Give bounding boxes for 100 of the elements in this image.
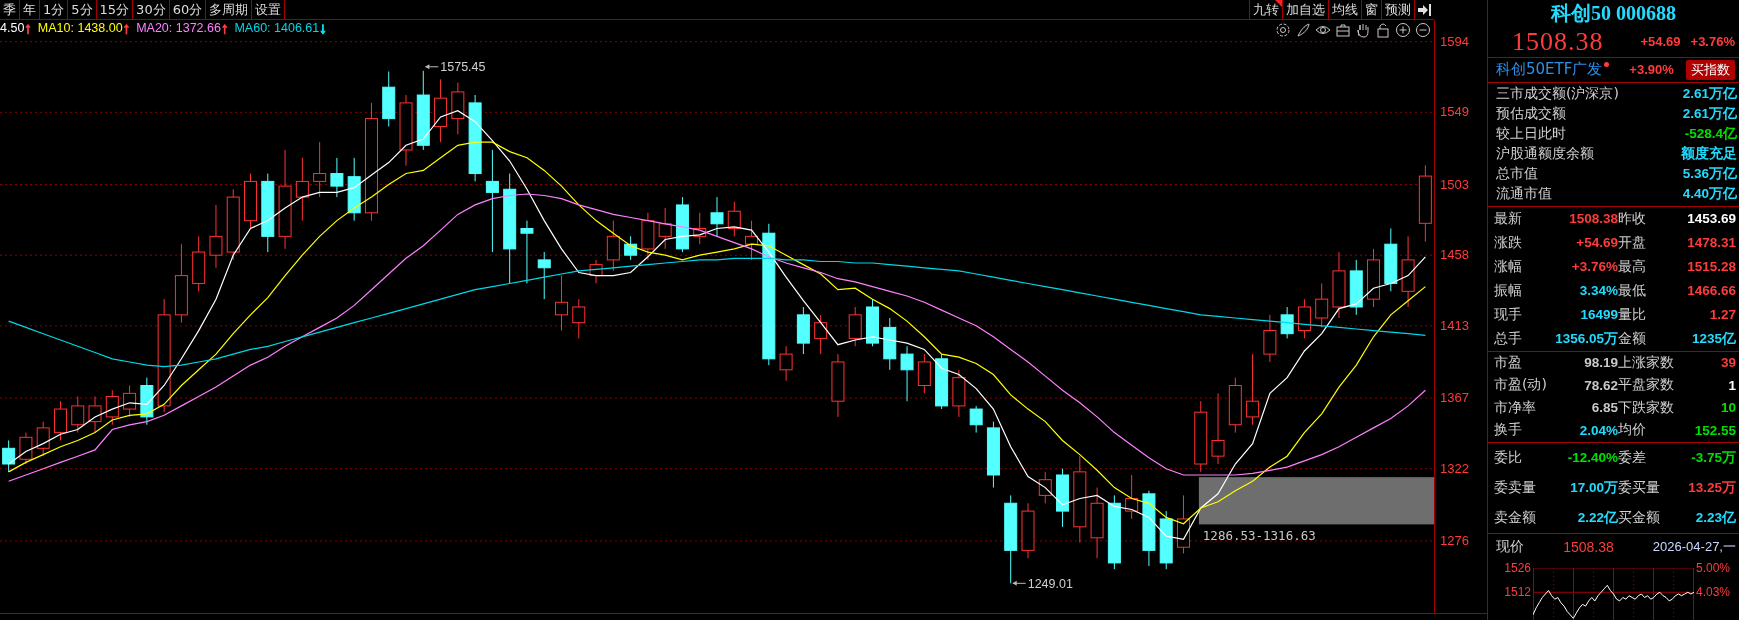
indicator-value: 4.50 <box>0 21 25 35</box>
field-label: 委卖量 <box>1494 478 1537 497</box>
toolbar-tab[interactable]: 加自选 <box>1283 0 1329 19</box>
field-label: 预估成交额 <box>1496 104 1566 123</box>
field-label: 量比 <box>1618 305 1647 324</box>
axis-label: 4.03% <box>1696 585 1731 600</box>
axis-label: 1549 <box>1440 104 1469 121</box>
dot-icon <box>1604 62 1610 68</box>
field-label: 上涨家数 <box>1618 353 1675 372</box>
field-label: 金额 <box>1618 329 1647 348</box>
candlestick <box>1038 471 1052 504</box>
field-value: 5.36万亿 <box>1682 164 1737 183</box>
candlestick <box>1056 468 1070 528</box>
field-value: 1508.38 <box>1563 538 1614 555</box>
field-label: 涨幅 <box>1494 257 1523 276</box>
field-value: -3.75万 <box>1691 448 1736 467</box>
candlestick <box>434 78 448 143</box>
percent-change: +3.76% <box>1690 34 1735 50</box>
indicator-value: MA60: 1406.61 <box>234 21 320 35</box>
candlestick <box>123 385 137 418</box>
field-value: -12.40% <box>1567 450 1618 466</box>
settings-icon[interactable] <box>1275 22 1291 38</box>
period-tab[interactable]: 30分 <box>133 0 170 19</box>
field-label: 总市值 <box>1496 164 1538 183</box>
field-label: 换手 <box>1494 421 1523 440</box>
candlestick <box>555 275 568 332</box>
candlestick <box>105 389 119 426</box>
field-value: 2.61万亿 <box>1682 104 1737 123</box>
zoom-in-icon[interactable] <box>1395 22 1411 38</box>
price-change: +54.69 <box>1640 34 1681 50</box>
candlestick <box>1332 251 1346 319</box>
indicator-value: MA10: 1438.00 <box>37 21 123 35</box>
candlestick <box>1177 494 1190 554</box>
field-label: 昨收 <box>1618 209 1647 228</box>
candlestick <box>71 396 85 434</box>
candlestick <box>295 157 309 222</box>
candlestick <box>1228 377 1242 434</box>
field-value: 1478.31 <box>1687 235 1736 251</box>
lock-icon[interactable] <box>1375 22 1391 38</box>
candlestick <box>848 306 862 347</box>
candlestick <box>589 259 603 284</box>
field-value: 13.25万 <box>1688 478 1736 497</box>
candlestick <box>658 207 672 250</box>
field-label: 流通市值 <box>1496 184 1552 203</box>
field-label: 委比 <box>1494 448 1523 467</box>
toolbar-tab[interactable]: 均线 <box>1329 0 1362 19</box>
toolbar-tab[interactable]: 预测 <box>1382 0 1415 19</box>
candlestick <box>831 353 845 418</box>
candlestick <box>693 212 707 245</box>
field-value: 1466.66 <box>1687 283 1736 299</box>
field-value: 98.19 <box>1584 355 1618 371</box>
field-value: 2.22亿 <box>1577 508 1618 527</box>
axis-label: 1322 <box>1440 460 1469 477</box>
field-label: 沪股通额度余额 <box>1496 144 1594 163</box>
candlestick <box>710 196 724 237</box>
buy-index-button[interactable]: 买指数 <box>1686 59 1735 80</box>
candlestick <box>796 306 810 355</box>
candlestick <box>814 314 828 355</box>
toolbox-icon[interactable] <box>1335 22 1351 38</box>
period-tab[interactable]: 年 <box>20 0 40 19</box>
axis-label: 5.00% <box>1696 561 1731 575</box>
hand-icon[interactable] <box>1355 22 1371 38</box>
candlestick <box>53 400 67 441</box>
field-value: 额度充足 <box>1681 144 1737 163</box>
candlestick <box>917 353 931 394</box>
indicator-value: ↑ <box>220 21 229 35</box>
field-value: 1508.38 <box>1569 211 1618 227</box>
candlestick <box>36 421 50 457</box>
candlestick <box>1125 474 1139 520</box>
zoom-out-icon[interactable] <box>1415 22 1431 38</box>
candlestick <box>900 345 914 402</box>
candlestick <box>1021 502 1035 559</box>
feather-icon[interactable] <box>1295 22 1311 38</box>
period-tab[interactable]: 设置 <box>252 0 286 19</box>
candlestick <box>1367 248 1381 308</box>
etf-link[interactable]: 科创50ETF广发 <box>1496 60 1603 80</box>
candlestick <box>1297 298 1311 339</box>
candlestick <box>675 196 689 253</box>
field-label: 市盈 <box>1494 353 1523 372</box>
field-label: 涨跌 <box>1494 233 1523 252</box>
candlestick <box>537 251 551 300</box>
field-label: 现价 <box>1496 537 1524 556</box>
indicator-value: MA20: 1372.66 <box>136 21 221 35</box>
date-text: 2026-04-27,一 <box>1652 537 1736 556</box>
toolbar-tab[interactable]: 九转 <box>1250 0 1283 19</box>
period-tab[interactable]: 多周期 <box>206 0 253 19</box>
candlestick <box>347 157 361 222</box>
candlestick <box>19 432 33 465</box>
field-value: 4.40万亿 <box>1682 184 1737 203</box>
candlestick <box>1315 282 1329 328</box>
candlestick <box>866 298 879 347</box>
field-label: 平盘家数 <box>1618 376 1675 395</box>
candlestick <box>779 345 793 382</box>
axis-label: 1512 <box>1504 585 1531 600</box>
candlestick <box>1384 228 1398 292</box>
candlestick <box>986 421 1000 489</box>
axis-label: 1503 <box>1440 176 1469 193</box>
field-label: 委差 <box>1618 448 1647 467</box>
period-tab[interactable]: 季 <box>0 0 20 19</box>
index-title: 科创50 000688 <box>1549 1 1677 26</box>
